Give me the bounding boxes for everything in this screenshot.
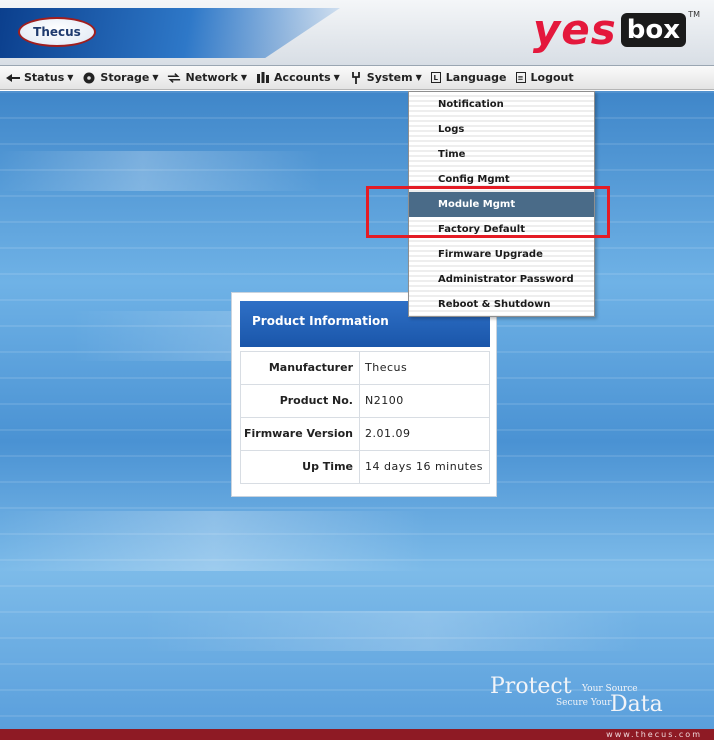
- logout-icon: ≡: [515, 72, 526, 83]
- nav-status[interactable]: Status ▼: [6, 71, 73, 84]
- row-label: Manufacturer: [241, 352, 360, 384]
- nav-language-label: Language: [445, 71, 507, 84]
- table-row-firmware-version: Firmware Version 2.01.09: [240, 417, 490, 451]
- menu-item-firmware-upgrade[interactable]: Firmware Upgrade: [409, 242, 594, 267]
- main-nav: Status ▼ Storage ▼ Network ▼ Accounts ▼ …: [0, 66, 714, 90]
- row-value: Thecus: [365, 361, 408, 374]
- tagline-secure-your: Secure Your: [556, 698, 612, 708]
- thecus-logo: Thecus: [18, 17, 96, 47]
- nav-status-label: Status: [24, 71, 65, 84]
- footer-bar: www.thecus.com: [0, 729, 714, 740]
- nav-logout-label: Logout: [530, 71, 574, 84]
- row-label: Product No.: [241, 385, 360, 417]
- status-icon: [6, 72, 20, 84]
- network-icon: [167, 72, 181, 84]
- app-header: Thecus yes box TM: [0, 0, 714, 66]
- storage-icon: [82, 72, 96, 84]
- row-value: N2100: [365, 394, 404, 407]
- row-label: Firmware Version: [241, 418, 360, 450]
- table-row-manufacturer: Manufacturer Thecus: [240, 351, 490, 385]
- highlight-annotation-box: [366, 186, 610, 238]
- tagline-protect: Protect: [490, 674, 572, 699]
- chevron-down-icon: ▼: [415, 73, 422, 82]
- row-label: Up Time: [241, 451, 360, 483]
- menu-item-reboot-shutdown[interactable]: Reboot & Shutdown: [409, 292, 594, 317]
- nav-system[interactable]: System ▼: [349, 71, 422, 84]
- nav-language[interactable]: L Language: [430, 71, 507, 84]
- yesbox-logo: yes box TM: [532, 5, 700, 54]
- brand-yes-text: yes: [532, 5, 617, 54]
- brand-box-text: box: [620, 13, 686, 47]
- chevron-down-icon: ▼: [240, 73, 248, 82]
- logo-text: Thecus: [33, 25, 81, 39]
- nav-storage-label: Storage: [100, 71, 150, 84]
- table-row-up-time: Up Time 14 days 16 minutes: [240, 450, 490, 484]
- menu-item-time[interactable]: Time: [409, 142, 594, 167]
- tagline-data: Data: [610, 692, 663, 717]
- language-icon: L: [430, 72, 441, 83]
- menu-item-notification[interactable]: Notification: [409, 92, 594, 117]
- nav-logout[interactable]: ≡ Logout: [515, 71, 574, 84]
- nav-storage[interactable]: Storage ▼: [82, 71, 158, 84]
- system-icon: [349, 71, 363, 84]
- row-value: 2.01.09: [365, 427, 411, 440]
- chevron-down-icon: ▼: [333, 73, 340, 82]
- row-value: 14 days 16 minutes: [365, 460, 483, 473]
- chevron-down-icon: ▼: [152, 73, 159, 82]
- table-row-product-no: Product No. N2100: [240, 384, 490, 418]
- menu-item-logs[interactable]: Logs: [409, 117, 594, 142]
- trademark-mark: TM: [688, 10, 700, 19]
- product-info-panel: Product Information Manufacturer Thecus …: [231, 292, 497, 497]
- protect-data-tagline: Protect Your Source Secure Your Data: [490, 674, 690, 724]
- accounts-icon: [256, 72, 270, 84]
- chevron-down-icon: ▼: [67, 73, 74, 82]
- nav-accounts-label: Accounts: [274, 71, 331, 84]
- nav-system-label: System: [366, 71, 413, 84]
- nav-network-label: Network: [185, 71, 238, 84]
- nav-network[interactable]: Network ▼: [167, 71, 247, 84]
- menu-item-administrator-password[interactable]: Administrator Password: [409, 267, 594, 292]
- nav-accounts[interactable]: Accounts ▼: [256, 71, 340, 84]
